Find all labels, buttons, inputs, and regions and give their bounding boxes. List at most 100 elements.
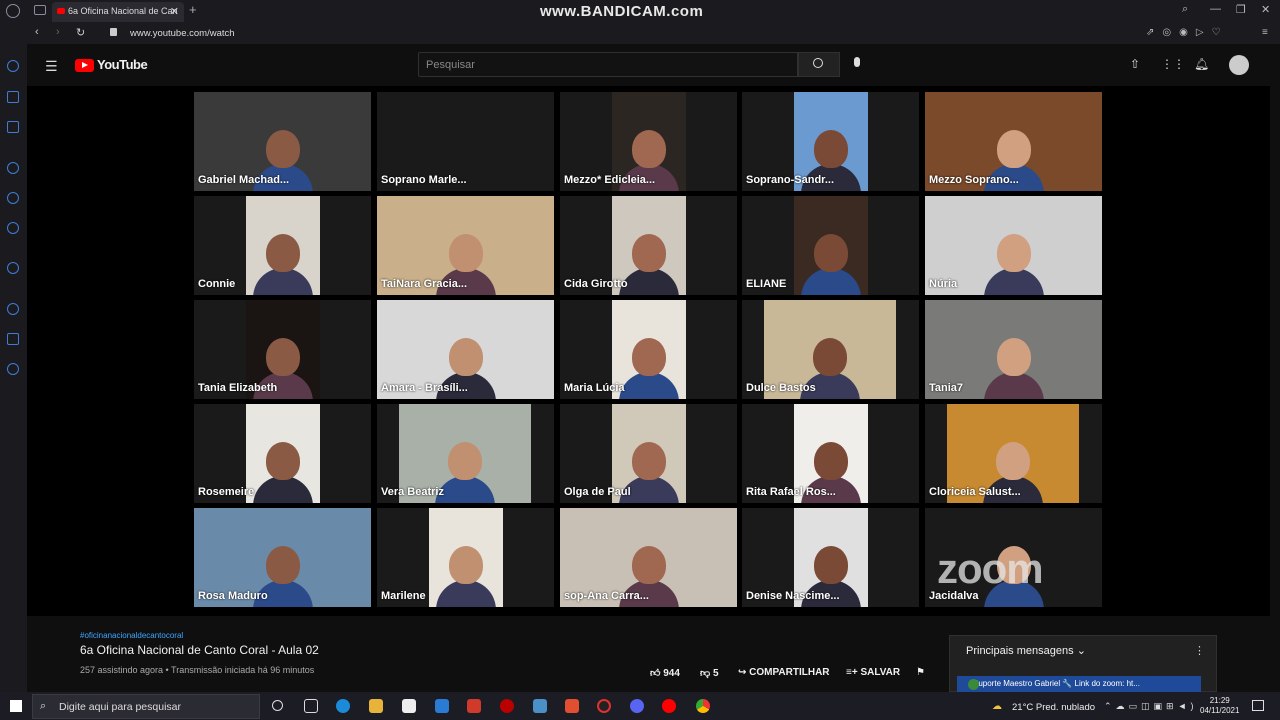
chrome-icon[interactable] <box>696 699 710 713</box>
close-tab-icon[interactable]: ✕ <box>170 5 179 18</box>
participant-tile[interactable]: Rosemeire <box>194 404 371 503</box>
participant-tile[interactable]: sop-Ana Carra... <box>560 508 737 607</box>
discord-icon[interactable] <box>630 699 644 713</box>
apps-grid-icon[interactable]: ⋮⋮ <box>1161 57 1185 71</box>
youtube-app-icon[interactable] <box>662 699 676 713</box>
participant-body <box>436 580 496 607</box>
chat-header[interactable]: Principais mensagens ⌄ <box>966 644 1086 657</box>
video-meta: 257 assistindo agora • Transmissão inici… <box>80 665 315 675</box>
like-button[interactable]: 👍︎ 944 <box>650 667 680 679</box>
youtube-favicon-icon <box>57 8 65 14</box>
settings-gear-icon[interactable] <box>7 363 19 375</box>
participant-body <box>253 268 313 295</box>
participant-tile[interactable]: ELIANE <box>742 196 919 295</box>
participant-tile[interactable]: Vera Beatriz <box>377 404 554 503</box>
address-bar-tools-icon[interactable]: ⇗◎◉▷♡ <box>1146 27 1229 38</box>
participant-face <box>632 234 666 272</box>
participant-tile[interactable]: Gabriel Machad... <box>194 92 371 191</box>
participant-tile[interactable]: Mezzo Soprano... <box>925 92 1102 191</box>
save-button[interactable]: ≡+ SALVAR <box>846 667 900 678</box>
mail-icon[interactable] <box>435 699 449 713</box>
close-window-icon[interactable]: ✕ <box>1261 3 1270 16</box>
participant-tile[interactable]: Núria <box>925 196 1102 295</box>
minimize-icon[interactable]: — <box>1210 3 1221 15</box>
task-view-icon[interactable] <box>304 699 318 713</box>
pinned-message[interactable]: Suporte Maestro Gabriel 🔧 Link do zoom: … <box>957 676 1201 692</box>
workspaces-icon[interactable] <box>34 5 46 15</box>
notifications-bell-icon[interactable]: 🔔︎ <box>1194 57 1209 71</box>
browser-logo-icon[interactable] <box>6 4 20 18</box>
participant-tile[interactable]: Rita Rafael Ros... <box>742 404 919 503</box>
store-icon[interactable] <box>402 699 416 713</box>
participant-tile[interactable]: Soprano-Sandr... <box>742 92 919 191</box>
participant-name: Amara - Brasíli... <box>381 382 468 394</box>
bandicam-record-icon[interactable] <box>597 699 611 713</box>
participant-tile[interactable]: Connie <box>194 196 371 295</box>
avatar[interactable] <box>1229 55 1249 75</box>
report-flag-icon[interactable]: ⚑ <box>916 667 925 678</box>
participant-tile[interactable]: Rosa Maduro <box>194 508 371 607</box>
participant-tile[interactable]: Mezzo* Edicleia... <box>560 92 737 191</box>
back-icon[interactable]: ‹ <box>35 26 39 38</box>
share-button[interactable]: ↪ COMPARTILHAR <box>738 667 830 678</box>
history-icon[interactable] <box>7 303 19 315</box>
cortana-icon[interactable] <box>272 700 283 711</box>
edge-icon[interactable] <box>336 699 350 713</box>
restore-icon[interactable]: ❐ <box>1236 3 1246 16</box>
extensions-icon[interactable] <box>7 333 19 345</box>
browser-tab[interactable]: 6a Oficina Nacional de Can ✕ <box>52 2 184 22</box>
participant-body <box>983 268 1044 295</box>
speed-dial-icon[interactable] <box>7 60 19 72</box>
opera-icon[interactable] <box>500 699 514 713</box>
browser-menu-icon[interactable]: ≡ <box>1262 27 1268 38</box>
participant-tile[interactable]: Maria Lúcia <box>560 300 737 399</box>
participant-tile[interactable]: Cida Girotto <box>560 196 737 295</box>
search-tabs-icon[interactable]: ⌕ <box>1182 3 1188 16</box>
participant-name: Mezzo Soprano... <box>929 174 1019 186</box>
participant-tile[interactable]: Olga de Paul <box>560 404 737 503</box>
participant-tile[interactable]: Tania Elizabeth <box>194 300 371 399</box>
forward-icon[interactable]: › <box>56 26 60 38</box>
whatsapp-icon[interactable] <box>7 192 19 204</box>
participant-name: Soprano-Sandr... <box>746 174 835 186</box>
participant-body <box>253 476 313 503</box>
youtube-logo-icon[interactable] <box>75 59 94 72</box>
windows-start-icon[interactable] <box>10 700 22 712</box>
player-icon[interactable] <box>7 262 19 274</box>
brave-icon[interactable] <box>467 699 481 713</box>
weather-widget[interactable]: 21°C Pred. nublado <box>1012 702 1095 713</box>
twitch-icon[interactable] <box>7 121 19 133</box>
video-hashtag[interactable]: #oficinanacionaldecantocoral <box>80 631 183 640</box>
upload-icon[interactable]: ⇧ <box>1130 57 1140 71</box>
youtube-logo-text[interactable]: YouTube <box>97 57 148 72</box>
hamburger-menu-icon[interactable]: ☰ <box>45 58 58 75</box>
participant-tile[interactable]: Tania7 <box>925 300 1102 399</box>
search-button[interactable] <box>798 52 840 77</box>
participant-tile[interactable]: Soprano Marle... <box>377 92 554 191</box>
messenger-icon[interactable] <box>7 162 19 174</box>
search-input[interactable]: Pesquisar <box>418 52 798 77</box>
app-icon[interactable] <box>533 699 547 713</box>
participant-tile[interactable]: Denise Nascime... <box>742 508 919 607</box>
participant-face <box>813 338 847 376</box>
file-explorer-icon[interactable] <box>369 699 383 713</box>
microphone-icon[interactable] <box>854 57 860 67</box>
adobe-icon[interactable] <box>565 699 579 713</box>
system-tray-icons[interactable]: ⌃☁▭◫▣⊞◄) <box>1104 701 1198 712</box>
new-tab-button[interactable]: + <box>189 2 197 17</box>
participant-tile[interactable]: Marilene <box>377 508 554 607</box>
participant-tile[interactable]: Cloriceia Salust... <box>925 404 1102 503</box>
taskbar-search-input[interactable]: Digite aqui para pesquisar <box>32 694 260 719</box>
clock[interactable]: 21:29 04/11/2021 <box>1200 696 1239 716</box>
participant-tile[interactable]: TaiNara Gracia... <box>377 196 554 295</box>
dislike-button[interactable]: 👎︎ 5 <box>700 667 719 679</box>
notification-center-icon[interactable] <box>1252 700 1264 711</box>
bag-icon[interactable] <box>7 91 19 103</box>
url-field[interactable]: www.youtube.com/watch <box>130 28 235 39</box>
chat-menu-icon[interactable]: ⋮ <box>1194 644 1205 657</box>
vk-icon[interactable] <box>7 222 19 234</box>
participant-tile[interactable]: Amara - Brasíli... <box>377 300 554 399</box>
author-avatar <box>968 679 979 690</box>
participant-tile[interactable]: Dulce Bastos <box>742 300 919 399</box>
reload-icon[interactable]: ↻ <box>76 26 85 39</box>
